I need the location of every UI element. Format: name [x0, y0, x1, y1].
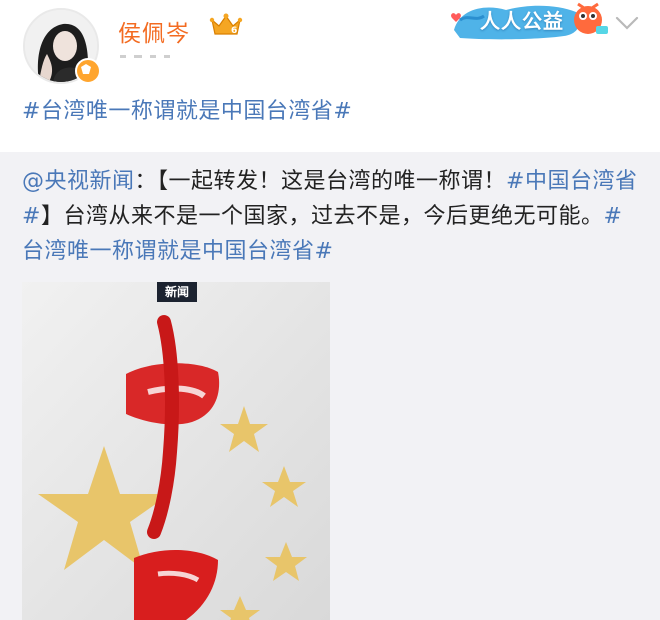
username[interactable]: 侯佩岑: [118, 14, 190, 48]
post-meta-placeholder: [120, 55, 170, 58]
crown-icon[interactable]: 6: [209, 12, 243, 38]
hashtag-link[interactable]: #台湾唯一称谓就是中国台湾省#: [22, 99, 352, 124]
charity-badge-label[interactable]: 人人公益: [480, 5, 564, 34]
post-header: 侯佩岑 6 人人公益: [0, 0, 660, 92]
mention-link[interactable]: @央视新闻: [22, 169, 135, 194]
svg-text:6: 6: [231, 26, 237, 36]
post-text: #台湾唯一称谓就是中国台湾省#: [22, 96, 642, 128]
news-tag: 新闻: [157, 282, 197, 302]
poster-image[interactable]: 新闻: [22, 282, 330, 620]
repost-text-part1: 【一起转发！这是台湾的唯一称谓！: [157, 169, 507, 194]
weibo-post: 侯佩岑 6 人人公益 #台湾唯一称谓就是中国台湾省# @央视新闻：【一起转发！这…: [0, 0, 660, 620]
chevron-down-icon[interactable]: [614, 14, 640, 32]
verified-icon: [75, 58, 101, 84]
avatar-container[interactable]: [23, 8, 101, 84]
repost-text-part2: 】台湾从来不是一个国家，过去不是，今后更绝无可能。: [40, 204, 604, 229]
repost-block[interactable]: @央视新闻：【一起转发！这是台湾的唯一称谓！#中国台湾省#】台湾从来不是一个国家…: [0, 152, 660, 620]
repost-text: @央视新闻：【一起转发！这是台湾的唯一称谓！#中国台湾省#】台湾从来不是一个国家…: [22, 164, 642, 269]
mention-separator: ：: [134, 169, 158, 194]
